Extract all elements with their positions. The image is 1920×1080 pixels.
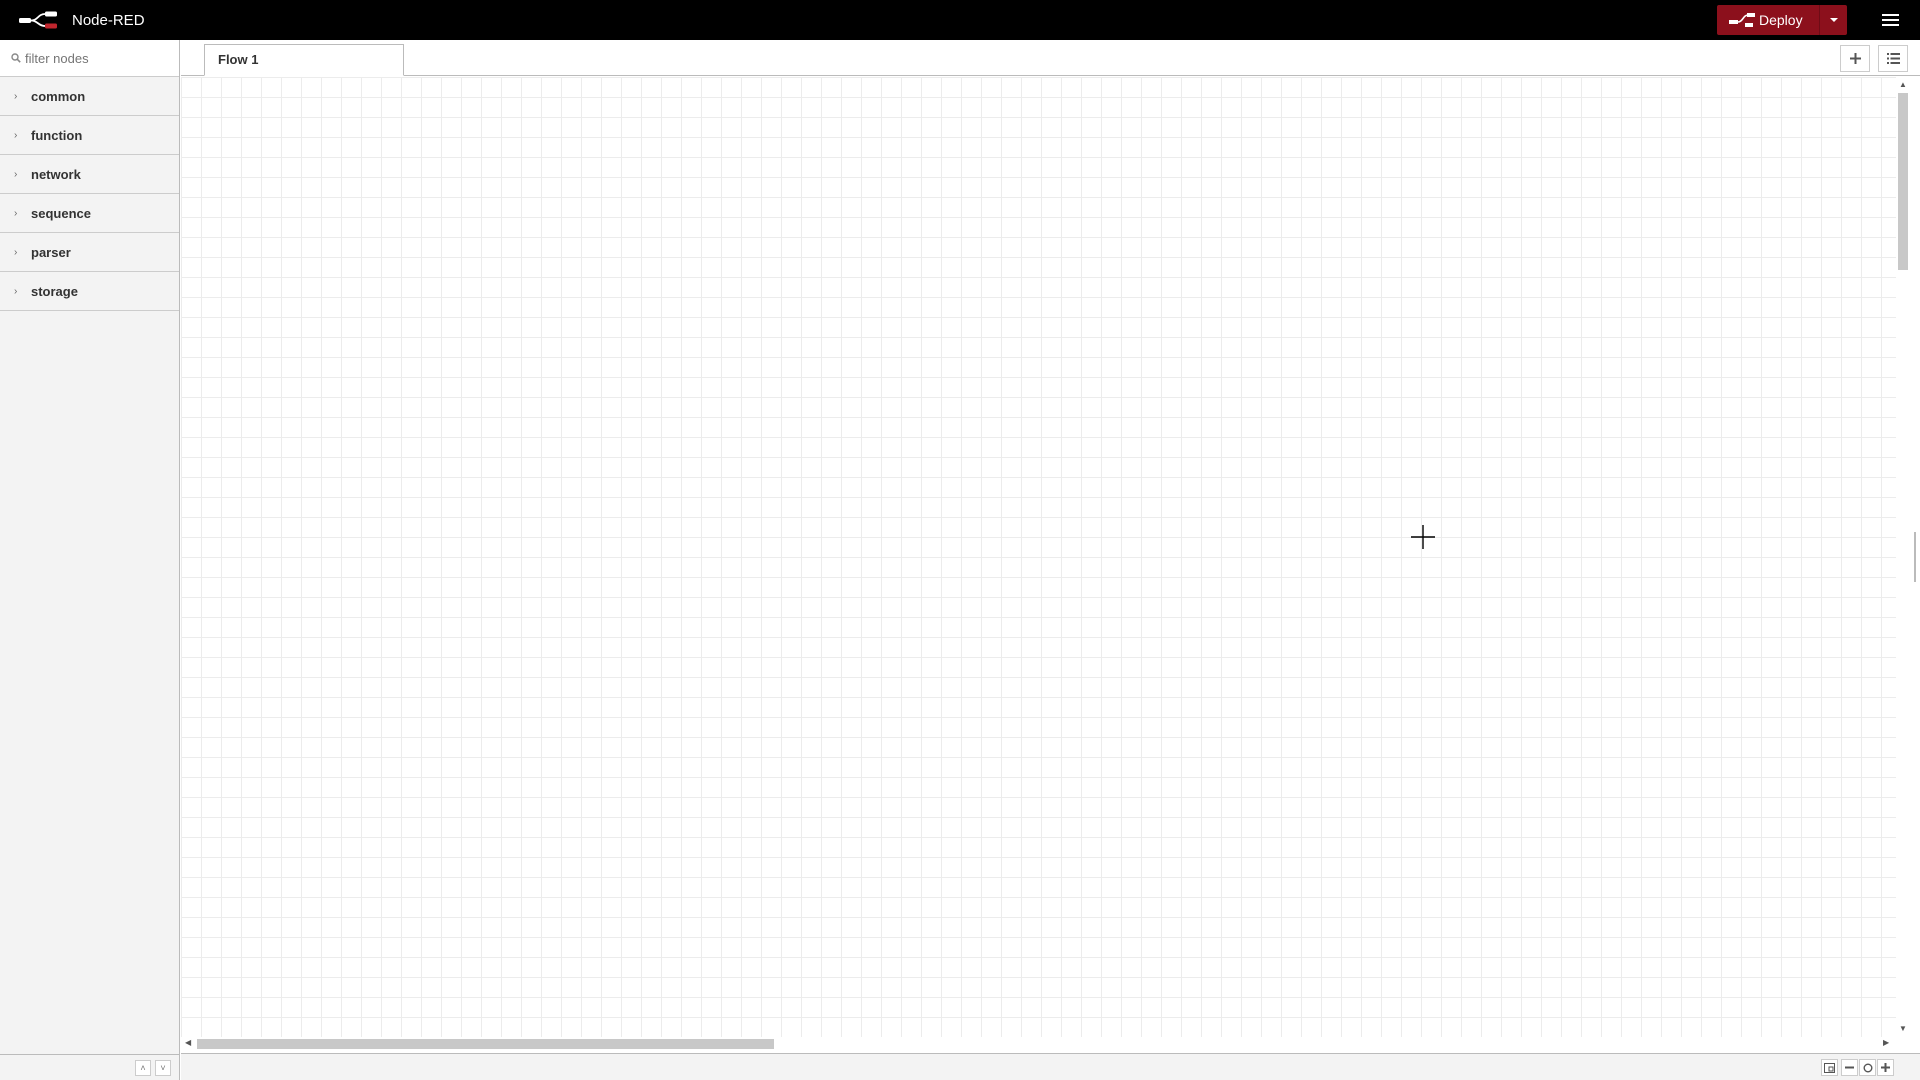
navigator-icon[interactable]	[1821, 1059, 1838, 1076]
collapse-all-icon[interactable]: ˄	[135, 1060, 151, 1076]
palette-category-network[interactable]: › network	[0, 155, 179, 194]
flow-workspace[interactable]	[181, 77, 1896, 1037]
scroll-up-icon[interactable]: ▲	[1899, 80, 1907, 89]
search-icon	[11, 53, 21, 63]
scroll-left-icon[interactable]: ◀	[185, 1038, 191, 1047]
chevron-right-icon: ›	[14, 129, 18, 141]
plus-icon[interactable]	[1877, 1059, 1894, 1076]
horizontal-scrollbar[interactable]: ◀ ▶	[181, 1037, 1896, 1051]
crosshair-cursor-icon	[1411, 525, 1435, 549]
category-label: storage	[31, 283, 78, 299]
deploy-icon	[1725, 5, 1759, 35]
palette-categories: › common › function › network › sequence…	[0, 77, 179, 311]
expand-all-icon[interactable]: ˅	[155, 1060, 171, 1076]
palette-category-common[interactable]: › common	[0, 77, 179, 116]
hamburger-menu-icon[interactable]	[1872, 8, 1908, 32]
workspace-footer	[181, 1053, 1920, 1080]
palette-category-storage[interactable]: › storage	[0, 272, 179, 311]
chevron-right-icon: ›	[14, 168, 18, 180]
node-red-logo-icon	[19, 11, 57, 29]
category-label: parser	[31, 244, 71, 260]
minus-icon[interactable]	[1841, 1059, 1858, 1076]
palette-search	[0, 40, 179, 77]
sidebar-separator[interactable]	[1910, 77, 1920, 1037]
circle-icon[interactable]	[1859, 1059, 1876, 1076]
app-title: Node-RED	[72, 11, 145, 29]
category-label: function	[31, 127, 83, 143]
filter-nodes-input[interactable]	[25, 50, 165, 66]
menu-line	[1881, 24, 1899, 26]
palette-footer: ˄ ˅	[0, 1054, 179, 1080]
deploy-label: Deploy	[1759, 12, 1803, 28]
scroll-down-icon[interactable]: ▼	[1899, 1024, 1907, 1033]
header-bar: Node-RED Deploy	[0, 0, 1920, 40]
vertical-scroll-thumb[interactable]	[1898, 93, 1908, 270]
scroll-right-icon[interactable]: ▶	[1883, 1038, 1889, 1047]
tab-flow-1[interactable]: Flow 1	[204, 44, 404, 76]
node-palette: › common › function › network › sequence…	[0, 40, 180, 1080]
chevron-right-icon: ›	[14, 285, 18, 297]
plus-icon[interactable]	[1840, 45, 1870, 72]
chevron-right-icon: ›	[14, 207, 18, 219]
caret-down-icon[interactable]	[1820, 5, 1847, 35]
deploy-button[interactable]: Deploy	[1717, 5, 1847, 35]
category-label: sequence	[31, 205, 91, 221]
horizontal-scroll-thumb[interactable]	[197, 1039, 774, 1049]
resize-grip[interactable]	[1914, 532, 1916, 582]
category-label: common	[31, 88, 86, 104]
vertical-scrollbar[interactable]: ▲ ▼	[1896, 77, 1910, 1037]
palette-category-sequence[interactable]: › sequence	[0, 194, 179, 233]
menu-line	[1881, 14, 1899, 16]
app-logo: Node-RED	[18, 8, 145, 32]
menu-line	[1881, 19, 1899, 21]
chevron-right-icon: ›	[14, 246, 18, 258]
palette-category-function[interactable]: › function	[0, 116, 179, 155]
workspace-tabs: Flow 1	[181, 40, 1920, 76]
palette-category-parser[interactable]: › parser	[0, 233, 179, 272]
list-icon[interactable]	[1878, 45, 1908, 72]
chevron-right-icon: ›	[14, 90, 18, 102]
category-label: network	[31, 166, 81, 182]
